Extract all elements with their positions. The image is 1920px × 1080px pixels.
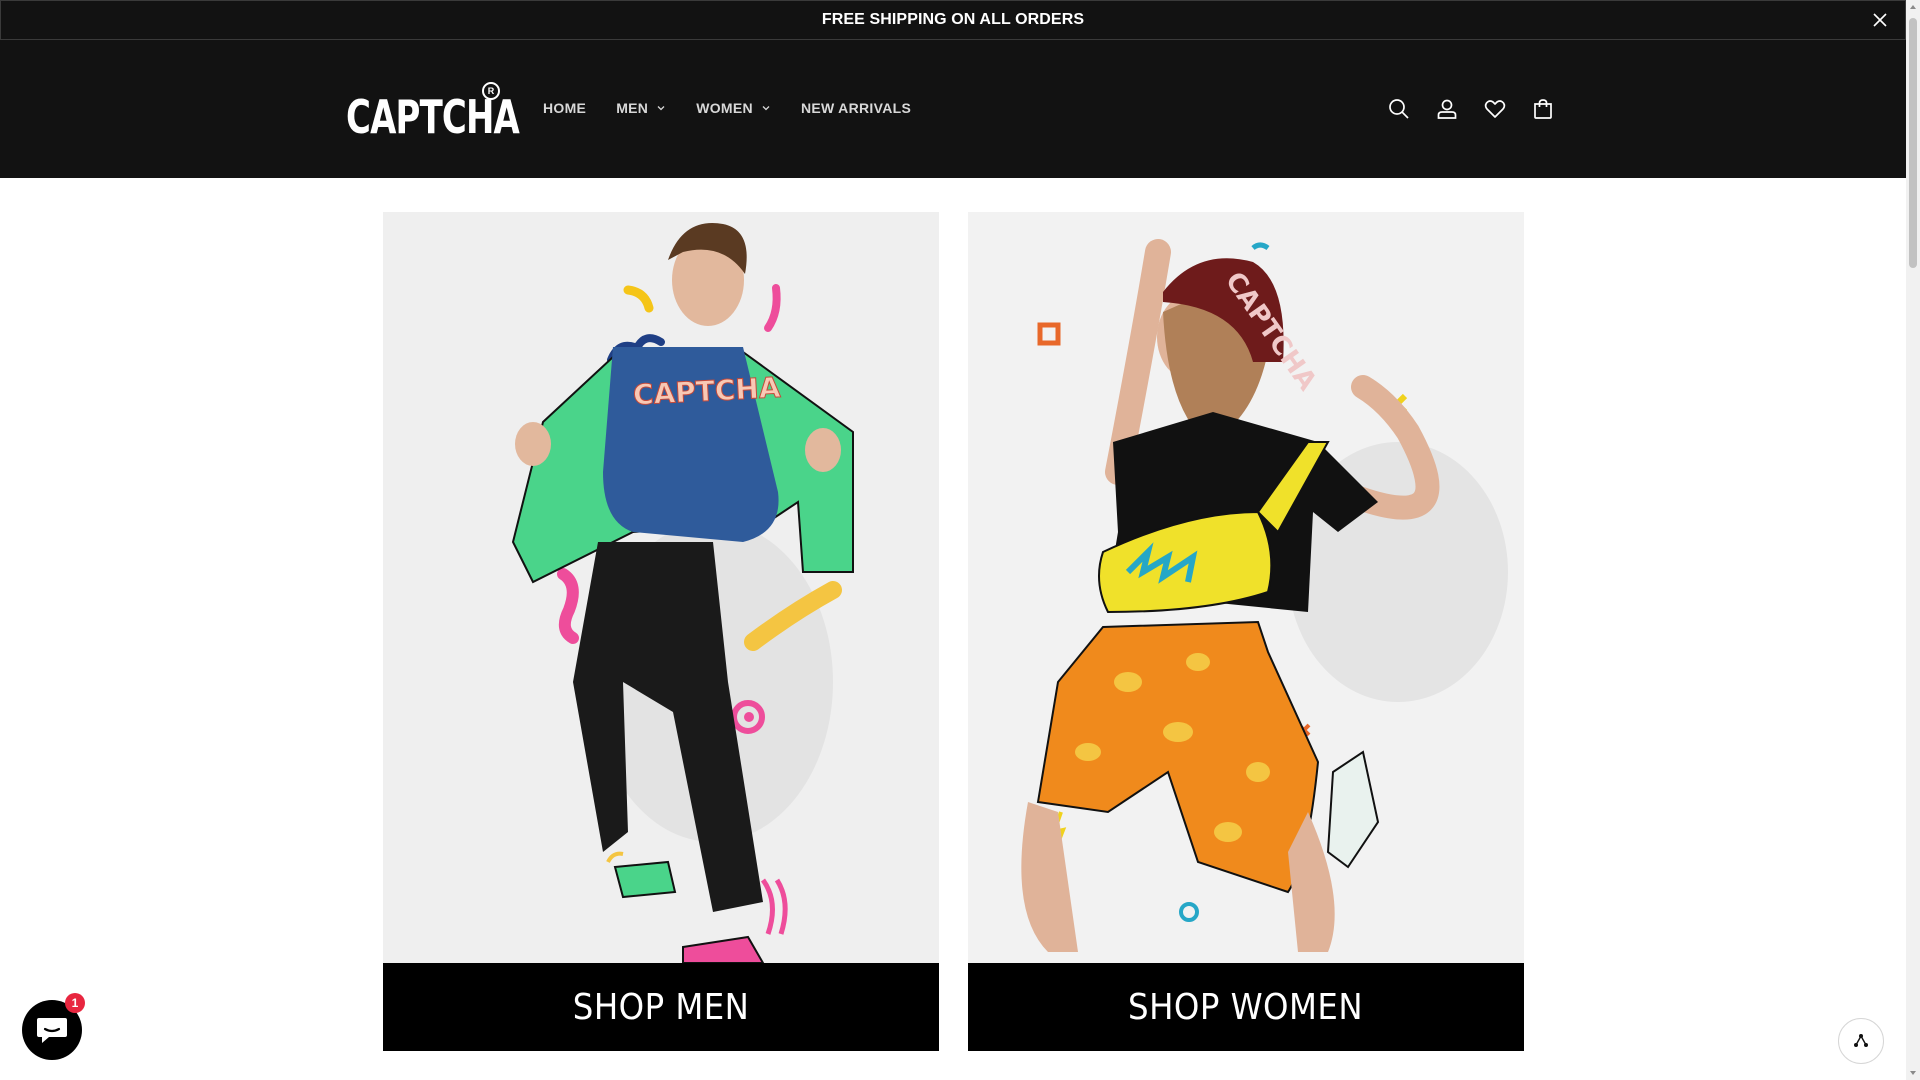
men-hero-image: CAPTCHA [383,212,939,963]
nav-item-label: WOMEN [696,100,753,116]
announcement-bar: FREE SHIPPING ON ALL ORDERS [0,0,1906,40]
cart-icon [1534,99,1552,119]
chat-icon [37,1018,67,1043]
search-icon [1389,99,1409,119]
women-hero-image: CAPTCHA [968,212,1524,963]
chat-notification-badge: 1 [65,993,85,1013]
scroll-up-icon[interactable] [1909,3,1917,11]
nav-item-women[interactable]: WOMEN [696,98,771,118]
scrollbar-thumb[interactable] [1909,18,1917,268]
nav-item-home[interactable]: HOME [543,98,586,118]
wishlist-icon [1484,100,1506,118]
nav-item-label: MEN [616,100,649,116]
main-nav: HOME MEN WOMEN NEW ARRIVALS [543,98,941,118]
shop-men-label: SHOP MEN [572,986,750,1028]
close-icon[interactable] [1871,11,1889,29]
shop-men-button[interactable]: SHOP MEN [383,963,939,1051]
shop-men-tile[interactable]: CAPTCHA SHOP MEN [383,212,939,1051]
accessibility-button[interactable] [1838,1018,1884,1064]
page-scrollbar[interactable] [1906,0,1920,1080]
wishlist-button[interactable] [1482,96,1508,122]
site-header: CAPTCHA R HOME MEN WOMEN NEW ARRIVALS [0,40,1906,178]
account-icon [1437,99,1457,119]
nav-item-label: NEW ARRIVALS [800,100,912,116]
shop-women-tile[interactable]: CAPTCHA SHOP WOMEN [968,212,1524,1051]
registered-mark: R [482,82,500,100]
shop-women-button[interactable]: SHOP WOMEN [968,963,1524,1051]
chevron-down-icon [762,106,770,111]
nav-item-men[interactable]: MEN [616,98,666,118]
chevron-down-icon [657,106,665,111]
header-icons [1386,96,1578,122]
announcement-text: FREE SHIPPING ON ALL ORDERS [821,11,1085,28]
search-button[interactable] [1386,96,1412,122]
nav-item-new-arrivals[interactable]: NEW ARRIVALS [801,98,911,118]
logo-text: CAPTCHA [346,90,520,144]
account-button[interactable] [1434,96,1460,122]
cart-button[interactable] [1530,96,1556,122]
accessibility-icon [1854,1034,1868,1047]
shop-women-label: SHOP WOMEN [1128,986,1364,1028]
logo[interactable]: CAPTCHA R [346,82,520,152]
scroll-down-icon[interactable] [1909,1069,1917,1077]
nav-item-label: HOME [543,100,587,116]
